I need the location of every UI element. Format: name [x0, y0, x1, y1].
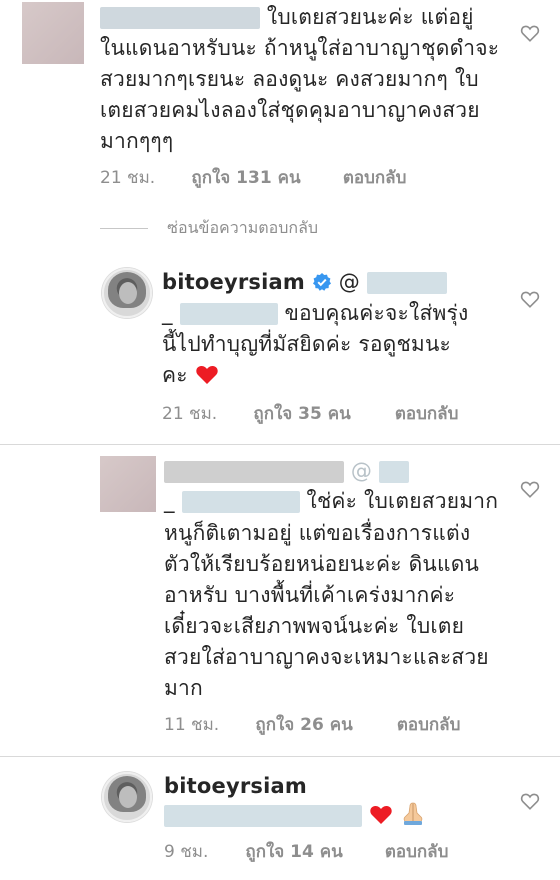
- username[interactable]: bitoeyrsiam: [164, 774, 307, 798]
- reply-button[interactable]: ตอบกลับ: [385, 838, 449, 865]
- comment-text-line: สวยใส่อาบาญาคงจะเหมาะและสวย: [164, 645, 489, 669]
- reply-button[interactable]: ตอบกลับ: [397, 711, 461, 738]
- blurred-mention[interactable]: [378, 461, 409, 483]
- comment-text: ใบเตยสวยนะค่ะ แต่อยู่: [100, 2, 474, 33]
- comment-meta: 21 ชม. ถูกใจ 35 คน ตอบกลับ: [162, 400, 458, 427]
- username[interactable]: bitoeyrsiam: [162, 270, 305, 294]
- comment-header: bitoeyrsiam: [164, 771, 307, 802]
- likes-count[interactable]: ถูกใจ 131 คน: [191, 164, 337, 191]
- likes-count[interactable]: ถูกใจ 26 คน: [255, 711, 391, 738]
- timestamp: 11 ชม.: [164, 715, 220, 735]
- comment-text-line: มาก: [164, 676, 203, 700]
- comment-text: _ ใช่ค่ะ ใบเตยสวยมาก: [164, 489, 499, 513]
- heart-outline-icon[interactable]: [520, 480, 540, 498]
- reply-button[interactable]: ตอบกลับ: [395, 400, 459, 427]
- comment-meta: 11 ชม. ถูกใจ 26 คน ตอบกลับ: [164, 711, 460, 738]
- likes-count[interactable]: ถูกใจ 14 คน: [245, 838, 379, 865]
- avatar[interactable]: [22, 2, 84, 64]
- timestamp: 21 ชม.: [100, 168, 156, 188]
- blurred-mention[interactable]: [181, 491, 300, 513]
- comment-text-line: นี้ไปทำบุญที่มัสยิดค่ะ รอดูชมนะ: [162, 332, 452, 356]
- red-heart-emoji: [370, 805, 392, 824]
- comment-text-line: ในแดนอาหรับนะ ถ้าหนูใส่อาบาญาชุดดำจะ: [100, 36, 500, 60]
- avatar[interactable]: [100, 456, 156, 512]
- comment-meta: 21 ชม. ถูกใจ 131 คน ตอบกลับ: [100, 164, 406, 191]
- comment-text-line: ตัวให้เรียบร้อยหน่อยนะค่ะ ดินแดน: [164, 552, 480, 576]
- avatar[interactable]: [102, 268, 152, 318]
- comment-text-line: เดี๋ยวจะเสียภาพพจน์นะค่ะ ใบเตย: [164, 614, 465, 638]
- divider: [0, 444, 560, 445]
- timestamp: 9 ชม.: [164, 842, 209, 862]
- blurred-mention[interactable]: [164, 805, 362, 827]
- reply-button[interactable]: ตอบกลับ: [343, 164, 407, 191]
- comment-text-line: มากๆๆๆ: [100, 129, 174, 153]
- blurred-username[interactable]: [100, 7, 260, 29]
- comment-meta: 9 ชม. ถูกใจ 14 คน ตอบกลับ: [164, 838, 448, 865]
- avatar-face: [119, 282, 137, 304]
- comment-text-line: เตยสวยคมไงลองใส่ชุดคุมอาบาญาคงสวย: [100, 98, 480, 122]
- comment-header: @: [164, 456, 409, 487]
- blurred-username[interactable]: [164, 461, 344, 483]
- heart-outline-icon[interactable]: [520, 290, 540, 308]
- blurred-mention[interactable]: [366, 272, 447, 294]
- likes-count[interactable]: ถูกใจ 35 คน: [253, 400, 389, 427]
- comment-text: _ ขอบคุณค่ะจะใส่พรุ่ง: [162, 301, 469, 325]
- divider: [0, 756, 560, 757]
- underscore: _: [164, 489, 175, 513]
- heart-outline-icon[interactable]: [520, 792, 540, 810]
- divider: [100, 228, 148, 229]
- comment-text-line: อาหรับ บางพื้นที่เค้าเคร่งมากค่ะ: [164, 583, 456, 607]
- comment-header: bitoeyrsiam @: [162, 267, 447, 298]
- mention[interactable]: @: [339, 270, 360, 294]
- avatar[interactable]: [102, 772, 152, 822]
- timestamp: 21 ชม.: [162, 404, 218, 424]
- hide-replies-button[interactable]: ซ่อนข้อความตอบกลับ: [100, 216, 318, 241]
- mention[interactable]: @: [351, 459, 372, 483]
- blurred-mention[interactable]: [179, 303, 278, 325]
- praying-hands-emoji: [403, 802, 423, 825]
- comment-text-line: หนูก็ติเตามอยู่ แต่ขอเรื่องการแต่ง: [164, 521, 471, 545]
- underscore: _: [162, 301, 173, 325]
- comment-text-line: คะ: [162, 360, 219, 391]
- verified-badge-icon: [312, 273, 331, 291]
- comment-text: [164, 800, 426, 831]
- red-heart-emoji: [195, 365, 218, 384]
- comment-text-line: สวยมากๆเรยนะ ลองดูนะ คงสวยมากๆ ใบ: [100, 67, 479, 91]
- heart-outline-icon[interactable]: [520, 24, 540, 42]
- avatar-face: [119, 786, 137, 808]
